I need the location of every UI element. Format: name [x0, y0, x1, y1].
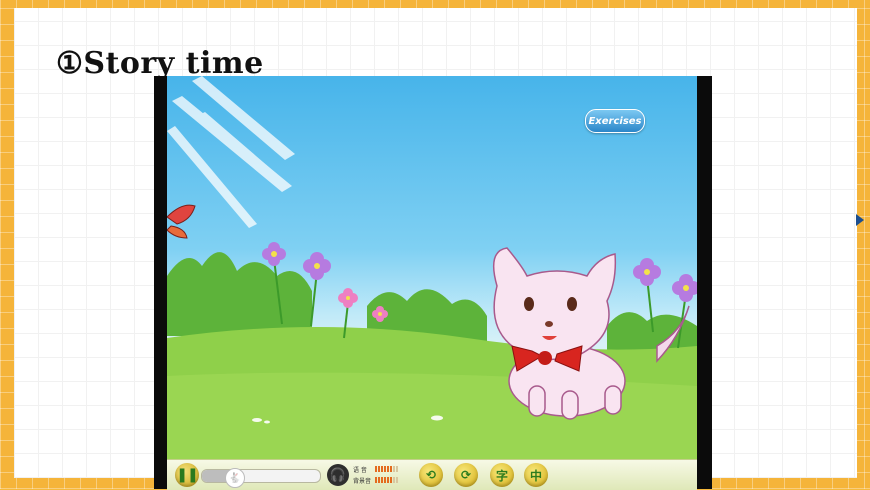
pause-button[interactable]: ❚❚: [175, 463, 199, 487]
forward-arrow-icon: ⟳: [460, 468, 472, 482]
player-control-bar: ❚❚ 🐇 🎧 语 音 背景音 ⟲ ⟳ 字 中: [167, 459, 697, 490]
decorative-marker: [856, 214, 864, 226]
character-button[interactable]: 字: [490, 463, 514, 487]
voice-volume-slider[interactable]: [375, 466, 398, 472]
forward-button[interactable]: ⟳: [454, 463, 478, 487]
voice-label: 语 音: [353, 466, 367, 474]
back-arrow-icon: ⟲: [425, 468, 437, 482]
pause-icon: ❚❚: [176, 467, 198, 483]
bunny-thumb-icon[interactable]: 🐇: [225, 468, 246, 488]
flash-player: Exercises ❚❚ 🐇 🎧 语 音 背景音 ⟲ ⟳ 字 中: [154, 76, 712, 490]
bgm-volume-slider[interactable]: [375, 477, 398, 483]
story-scene: [167, 76, 697, 459]
volume-controls: 语 音 背景音: [353, 463, 413, 487]
back-button[interactable]: ⟲: [419, 463, 443, 487]
exercises-button[interactable]: Exercises: [585, 109, 645, 133]
headphones-icon: 🎧: [327, 464, 349, 486]
chinese-button[interactable]: 中: [524, 463, 548, 487]
story-viewport[interactable]: Exercises: [167, 76, 697, 459]
bgm-label: 背景音: [353, 477, 372, 485]
progress-bar[interactable]: [201, 469, 321, 483]
butterfly: [167, 204, 196, 239]
